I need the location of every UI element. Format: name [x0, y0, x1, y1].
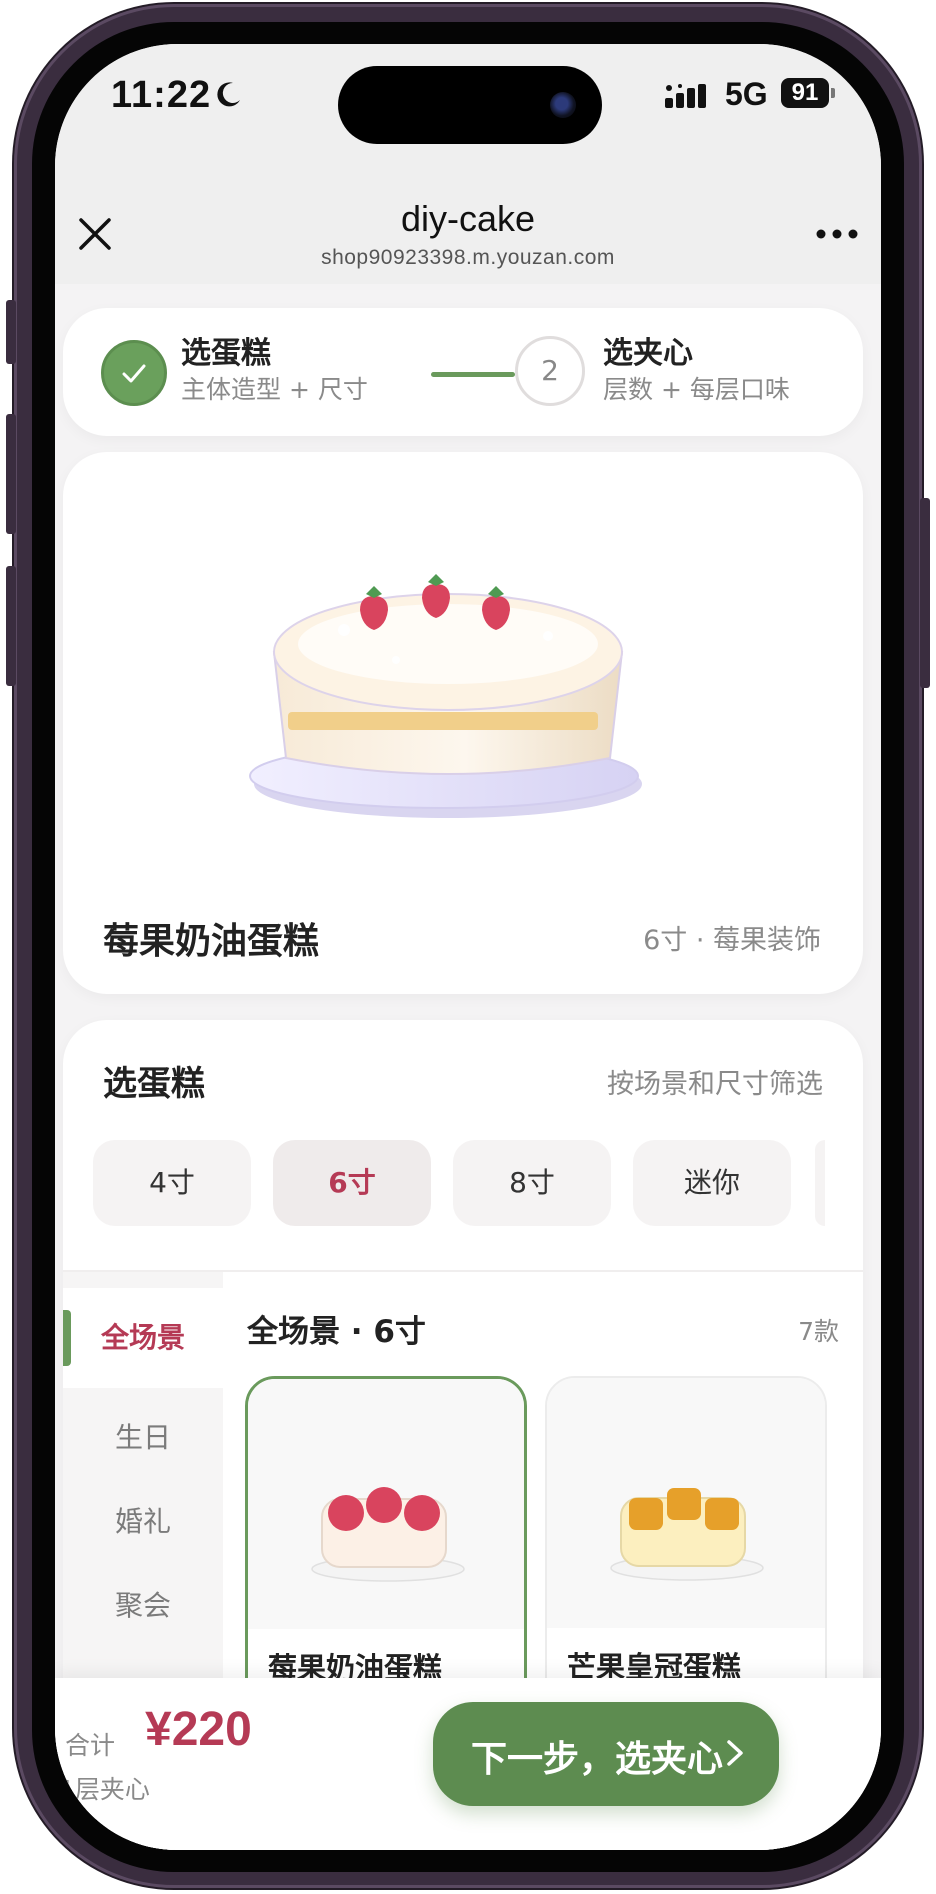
picker-hint: 按场景和尺寸筛选 — [607, 1069, 823, 1100]
more-icon[interactable] — [815, 228, 859, 240]
preview-cake-meta: 6寸 · 莓果装饰 — [643, 925, 821, 956]
size-chip-overflow[interactable] — [815, 1140, 825, 1226]
scene-item-party[interactable]: 聚会 — [63, 1556, 223, 1656]
size-chip-4[interactable]: 4寸 — [93, 1140, 251, 1226]
preview-cake-name: 莓果奶油蛋糕 — [103, 921, 320, 962]
scene-item-label: 全场景 — [100, 1321, 185, 1354]
battery-icon: 91 — [781, 78, 829, 108]
browser-nav-bar: diy-cake shop90923398.m.youzan.com — [55, 184, 881, 284]
berry-cake-icon — [311, 1487, 465, 1582]
product-image — [248, 1379, 524, 1629]
filling-layer-note: 1层夹心 — [59, 1775, 150, 1804]
moon-icon — [217, 82, 240, 107]
step2-title[interactable]: 选夹心 — [603, 328, 693, 372]
phone-power-button — [920, 498, 930, 688]
scene-item-all[interactable]: 全场景 — [63, 1288, 223, 1388]
page-title: diy-cake — [400, 198, 536, 239]
step2-subtitle: 层数 + 每层口味 — [603, 375, 790, 404]
next-step-label: 下一步，选夹心 — [471, 1739, 724, 1780]
chevron-right-icon — [727, 1740, 743, 1766]
stepper-card: 选蛋糕 主体造型 + 尺寸 2 选夹心 层数 + 每层口味 — [63, 308, 863, 436]
size-chip-mini[interactable]: 迷你 — [633, 1140, 791, 1226]
size-chip-6[interactable]: 6寸 — [273, 1140, 431, 1226]
status-bar: 11:22 5G 91 — [55, 44, 881, 184]
step1-title[interactable]: 选蛋糕 — [181, 328, 271, 372]
scene-active-indicator — [63, 1310, 71, 1366]
network-label: 5G — [725, 76, 768, 112]
picker-title: 选蛋糕 — [103, 1064, 205, 1104]
product-count: 7款 — [798, 1317, 839, 1346]
status-time: 11:22 — [111, 74, 212, 116]
total-label: 合计 — [65, 1731, 116, 1760]
next-step-button[interactable]: 下一步，选夹心 — [433, 1702, 779, 1806]
page-content: 选蛋糕 主体造型 + 尺寸 2 选夹心 层数 + 每层口味 莓果奶油蛋糕 6寸 … — [55, 284, 881, 1850]
step2-number: 2 — [515, 336, 585, 406]
phone-action-button — [6, 300, 16, 364]
page-url: shop90923398.m.youzan.com — [321, 246, 615, 269]
step1-subtitle: 主体造型 + 尺寸 — [181, 375, 368, 404]
checkout-bar: 合计 ¥220 1层夹心 下一步，选夹心 — [55, 1678, 881, 1850]
battery-tip — [831, 88, 835, 98]
product-image — [547, 1378, 825, 1628]
phone-volume-down-button — [6, 566, 16, 686]
step-connector — [431, 372, 515, 377]
product-heading: 全场景 · 6寸 — [247, 1314, 426, 1350]
total-price: ¥220 — [145, 1703, 252, 1756]
phone-volume-up-button — [6, 414, 16, 534]
signal-icon — [665, 84, 706, 108]
mango-cake-icon — [610, 1488, 764, 1581]
dynamic-island — [338, 66, 602, 144]
camera-icon — [550, 92, 576, 118]
cake-preview-illustration — [249, 574, 642, 818]
cake-preview-card: 莓果奶油蛋糕 6寸 · 莓果装饰 — [63, 452, 863, 994]
phone-screen: 11:22 5G 91 diy-cake shop90923398.m.youz… — [55, 44, 881, 1850]
size-chip-8[interactable]: 8寸 — [453, 1140, 611, 1226]
check-icon — [101, 340, 167, 406]
